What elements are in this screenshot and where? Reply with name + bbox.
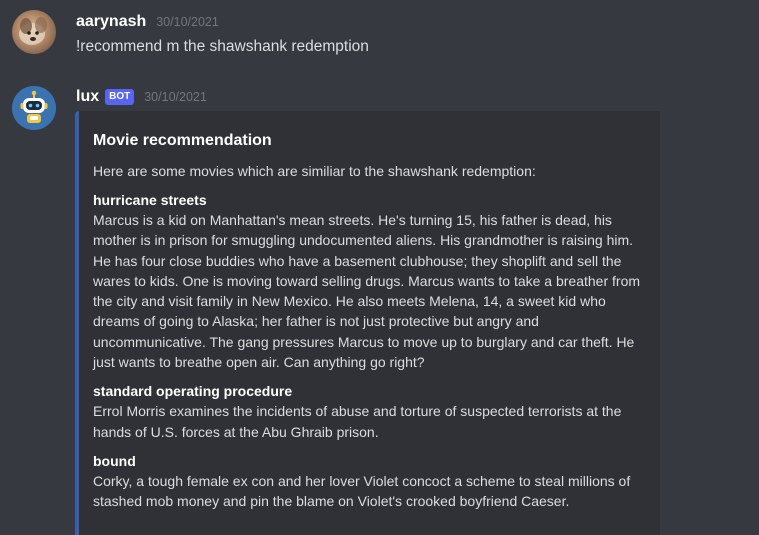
avatar-bot[interactable] — [12, 86, 56, 130]
embed: Movie recommendation Here are some movie… — [75, 111, 660, 535]
dog-photo-icon — [19, 17, 47, 45]
embed-field-name: standard operating procedure — [93, 383, 293, 400]
embed-field: hurricane streets Marcus is a kid on Man… — [93, 190, 646, 372]
avatar-user[interactable] — [12, 10, 56, 54]
timestamp: 30/10/2021 — [144, 90, 207, 104]
embed-field: bound Corky, a tough female ex con and h… — [93, 451, 646, 512]
embed-field-value: Marcus is a kid on Manhattan's mean stre… — [93, 212, 641, 371]
message-header: aarynash 30/10/2021 — [76, 13, 219, 31]
message-content: !recommend m the shawshank redemption — [76, 38, 369, 55]
message-header: lux BOT 30/10/2021 — [76, 88, 207, 106]
embed-field-value: Corky, a tough female ex con and her lov… — [93, 472, 631, 510]
embed-field-value: Errol Morris examines the incidents of a… — [93, 403, 622, 440]
chat-message-list: aarynash 30/10/2021 !recommend m the sha… — [0, 0, 759, 535]
embed-field-name: hurricane streets — [93, 192, 207, 208]
username[interactable]: lux — [76, 88, 99, 106]
timestamp: 30/10/2021 — [156, 15, 219, 29]
embed-description: Here are some movies which are similiar … — [93, 163, 536, 179]
bot-badge: BOT — [105, 89, 135, 105]
username[interactable]: aarynash — [76, 13, 146, 31]
embed-field: standard operating procedure Errol Morri… — [93, 381, 646, 442]
embed-title: Movie recommendation — [93, 132, 272, 149]
robot-icon — [12, 86, 56, 130]
embed-field-name: bound — [93, 452, 136, 469]
